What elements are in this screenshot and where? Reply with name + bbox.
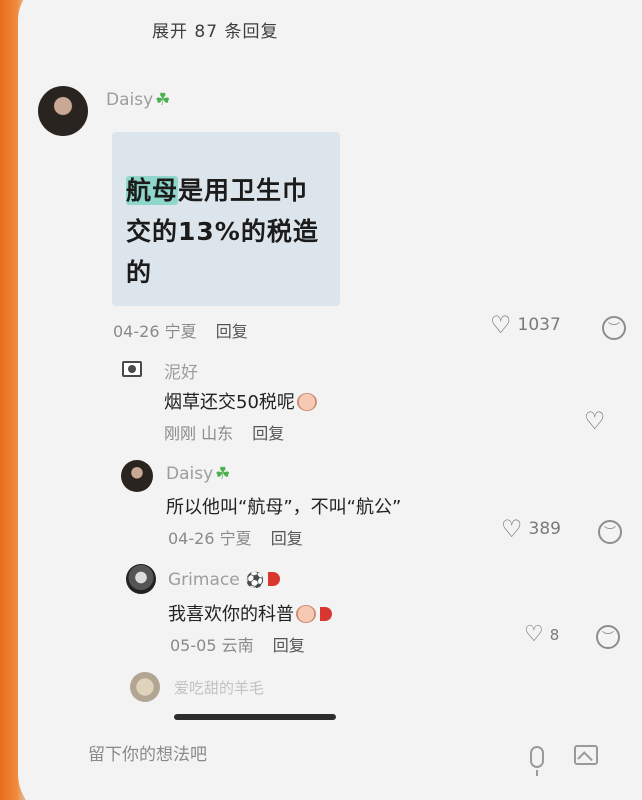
- reply-button[interactable]: 回复: [216, 322, 248, 341]
- username-text: Grimace: [168, 570, 240, 590]
- crying-face-icon: [296, 393, 317, 411]
- reply-button[interactable]: 回复: [271, 529, 303, 548]
- comment-date: 04-26: [113, 322, 160, 341]
- comment-input-bar: [18, 720, 642, 800]
- heart-icon: ♡: [584, 407, 606, 435]
- reply-button[interactable]: 回复: [252, 424, 284, 443]
- avatar[interactable]: [122, 361, 142, 377]
- reply-meta: 05-05 云南 回复: [170, 632, 305, 656]
- like-button[interactable]: ♡ 1037: [490, 313, 561, 337]
- heart-icon: ♡: [490, 311, 512, 339]
- reply-date: 刚刚: [164, 424, 197, 443]
- expand-replies-link[interactable]: 展开 87 条回复: [152, 17, 278, 42]
- comment-input[interactable]: [88, 740, 388, 770]
- red-badge-icon: [268, 572, 281, 586]
- reply-location: 宁夏: [219, 529, 252, 548]
- dislike-icon[interactable]: ︶: [596, 625, 620, 649]
- like-button[interactable]: ♡ 8: [524, 624, 559, 646]
- like-button[interactable]: ♡ 389: [501, 517, 561, 541]
- reply-meta: 04-26 宁夏 回复: [168, 525, 303, 549]
- reply-username[interactable]: Grimace ⚽: [168, 570, 281, 590]
- like-button[interactable]: ♡: [584, 409, 612, 433]
- avatar[interactable]: [126, 564, 156, 594]
- reply-text: 烟草还交50税呢: [164, 388, 317, 414]
- like-count: 1037: [517, 315, 561, 335]
- avatar[interactable]: [130, 672, 160, 702]
- reply-text-content: 烟草还交50税呢: [164, 392, 295, 413]
- reply-button[interactable]: 回复: [273, 636, 305, 655]
- reply-username[interactable]: 泥好: [164, 358, 198, 383]
- face-icon: [296, 605, 316, 623]
- reply-location: 山东: [201, 424, 234, 443]
- reply-username[interactable]: 爱吃甜的羊毛: [174, 677, 264, 698]
- comment-thread: 展开 87 条回复 Daisy ☘ 航母是用卫生巾交的13%的税造的 04-26 …: [18, 0, 642, 800]
- microphone-icon[interactable]: [530, 746, 544, 776]
- reply-location: 云南: [221, 636, 254, 655]
- username-text: Daisy: [166, 464, 214, 484]
- soccer-ball-icon: ⚽: [245, 571, 265, 589]
- phone-screen: 展开 87 条回复 Daisy ☘ 航母是用卫生巾交的13%的税造的 04-26 …: [18, 0, 642, 800]
- red-heart-icon: [320, 607, 332, 621]
- reply-text-content: 我喜欢你的科普: [168, 604, 294, 625]
- comment-username[interactable]: Daisy ☘: [106, 90, 170, 110]
- comment-image[interactable]: 航母是用卫生巾交的13%的税造的: [112, 132, 340, 306]
- reply-meta: 刚刚 山东 回复: [164, 420, 284, 444]
- clover-icon: ☘: [215, 464, 231, 484]
- reply-text: 所以他叫“航母”，不叫“航公”: [166, 497, 402, 518]
- like-count: 389: [528, 519, 561, 539]
- dislike-icon[interactable]: ︶: [602, 316, 626, 340]
- reply-date: 04-26: [168, 529, 215, 548]
- like-count: 8: [549, 626, 560, 644]
- heart-icon: ♡: [501, 515, 523, 543]
- reply-username[interactable]: Daisy ☘: [166, 464, 230, 484]
- clover-icon: ☘: [155, 90, 171, 110]
- comment-meta: 04-26 宁夏 回复: [113, 318, 248, 342]
- highlighted-text: 航母: [126, 176, 179, 205]
- reply-date: 05-05: [170, 636, 217, 655]
- image-icon[interactable]: [574, 745, 598, 765]
- avatar[interactable]: [121, 460, 153, 492]
- reply-text: 我喜欢你的科普: [168, 600, 332, 626]
- heart-icon: ♡: [524, 622, 544, 647]
- username-text: Daisy: [106, 90, 154, 110]
- avatar[interactable]: [38, 86, 88, 136]
- comment-location: 宁夏: [164, 322, 197, 341]
- dislike-icon[interactable]: ︶: [598, 520, 622, 544]
- comment-image-text: 航母是用卫生巾交的13%的税造的: [126, 170, 331, 293]
